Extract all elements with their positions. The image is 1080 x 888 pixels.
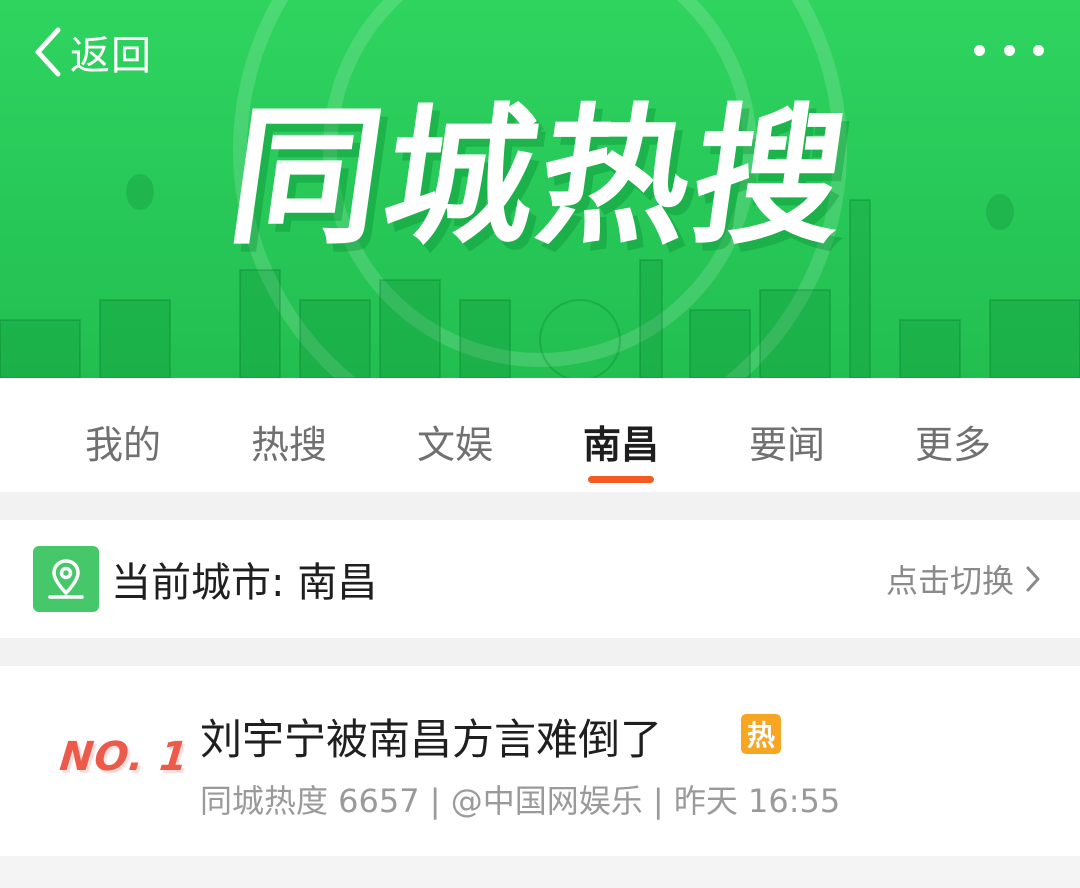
current-city-row: 当前城市: 南昌 点击切换 (0, 520, 1080, 638)
item-title[interactable]: 刘宇宁被南昌方言难倒了 (200, 706, 662, 767)
tab-mine[interactable]: 我的 (40, 378, 206, 492)
tab-entertainment[interactable]: 文娱 (372, 378, 538, 492)
rank-label: NO. 1 (57, 734, 191, 780)
back-button[interactable]: 返回 (30, 22, 152, 82)
tab-news[interactable]: 要闻 (704, 378, 870, 492)
switch-city-button[interactable]: 点击切换 (886, 520, 1044, 638)
tab-hot-search[interactable]: 热搜 (206, 378, 372, 492)
hot-badge: 热 (741, 714, 781, 754)
tab-nanchang[interactable]: 南昌 (538, 378, 704, 492)
location-pin-icon (33, 546, 99, 612)
chevron-right-icon (1026, 566, 1040, 592)
current-city-label: 当前城市: 南昌 (111, 560, 378, 606)
tab-more[interactable]: 更多 (870, 378, 1036, 492)
switch-city-label: 点击切换 (885, 562, 1014, 600)
active-tab-indicator (588, 476, 654, 483)
header-banner: 返回 同城热搜 (0, 0, 1080, 378)
page-title: 同城热搜 (219, 91, 861, 265)
item-meta: 同城热度 6657 | @中国网娱乐 | 昨天 16:55 (200, 782, 841, 820)
list-divider (0, 856, 1080, 888)
more-dots-icon[interactable] (974, 30, 1044, 70)
tab-bar: 我的 热搜 文娱 南昌 要闻 更多 (0, 378, 1080, 492)
chevron-left-icon (35, 27, 61, 77)
back-label: 返回 (70, 33, 152, 79)
